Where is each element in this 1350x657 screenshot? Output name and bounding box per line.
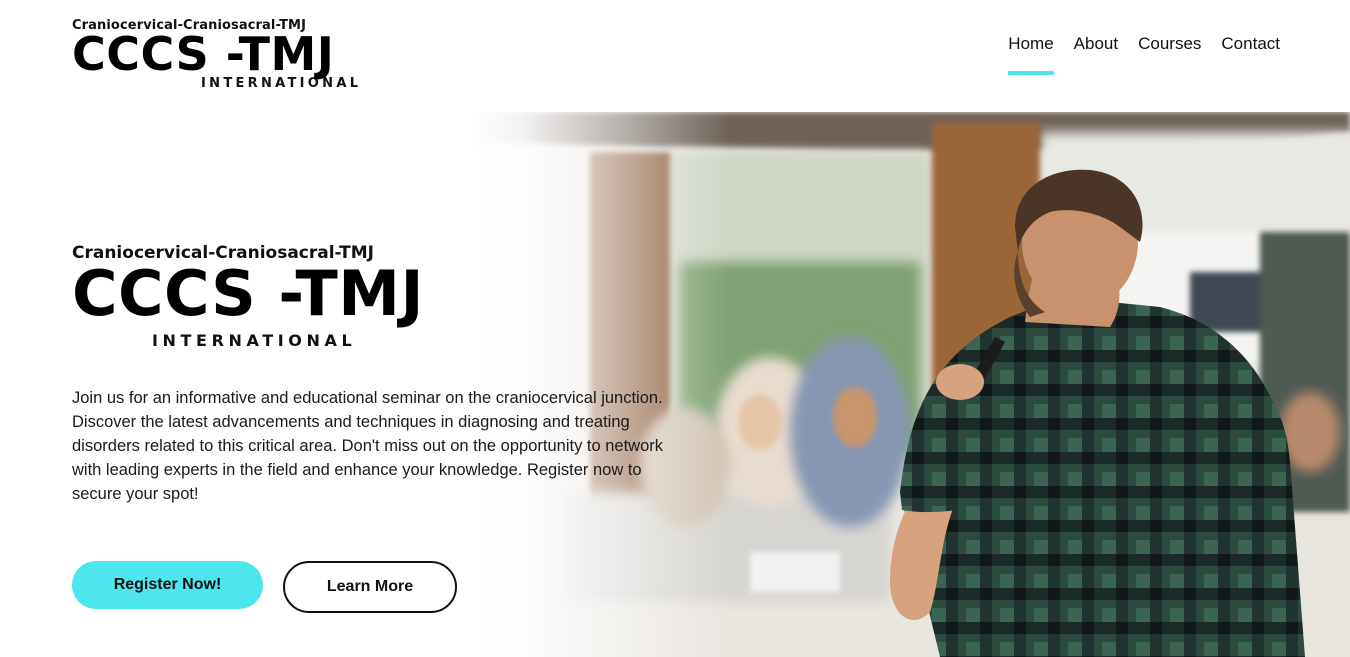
logo-title: CCCS -TMJ [72, 27, 335, 81]
nav-courses[interactable]: Courses [1138, 34, 1201, 74]
hero-title: CCCS -TMJ [72, 257, 425, 330]
hero-buttons: Register Now! Learn More [72, 561, 457, 613]
register-now-button[interactable]: Register Now! [72, 561, 263, 609]
learn-more-button[interactable]: Learn More [283, 561, 457, 613]
site-logo[interactable]: Craniocervical-Craniosacral-TMJ CCCS -TM… [72, 18, 362, 91]
site-header: Craniocervical-Craniosacral-TMJ CCCS -TM… [0, 0, 1350, 112]
hero-section: Craniocervical-Craniosacral-TMJ CCCS -TM… [72, 243, 692, 506]
nav-home[interactable]: Home [1008, 34, 1055, 75]
hero-tagline: INTERNATIONAL [152, 331, 357, 350]
nav-contact[interactable]: Contact [1221, 34, 1280, 74]
logo-tagline: INTERNATIONAL [201, 76, 362, 91]
nav-about[interactable]: About [1074, 34, 1118, 74]
hero-description: Join us for an informative and education… [72, 389, 664, 503]
main-nav: Home About Courses Contact [1008, 34, 1280, 75]
